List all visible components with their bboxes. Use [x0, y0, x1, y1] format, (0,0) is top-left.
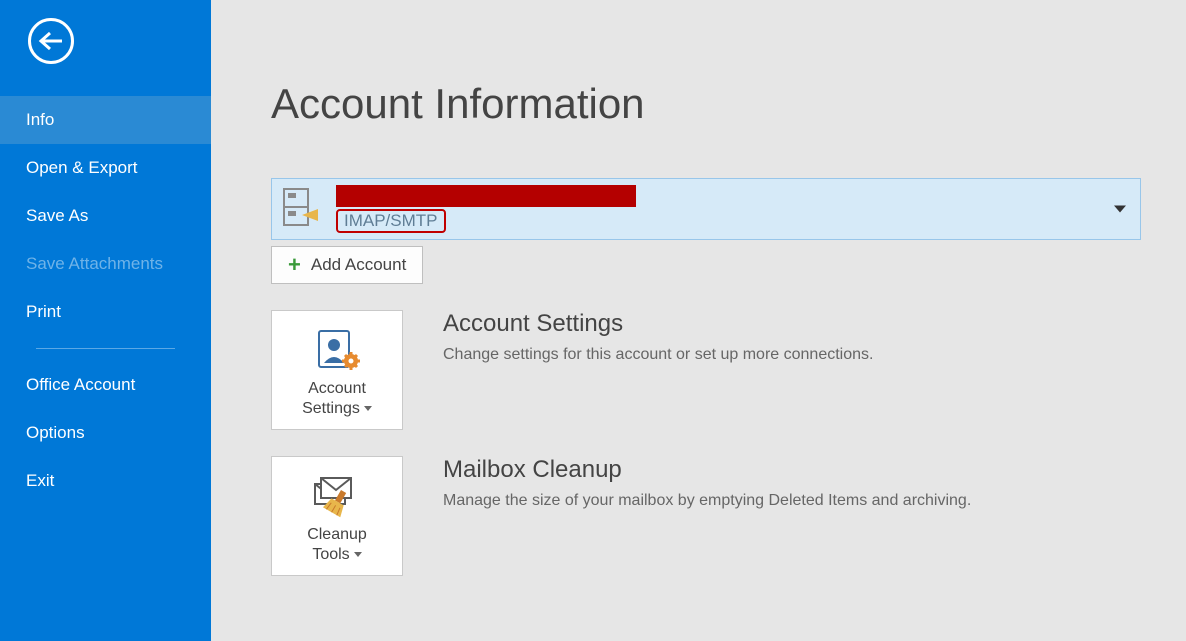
plus-icon: +	[288, 256, 301, 274]
account-protocol-badge: IMAP/SMTP	[336, 209, 446, 233]
sidebar-item-info[interactable]: Info	[0, 96, 211, 144]
account-settings-heading: Account Settings	[443, 310, 1146, 338]
chevron-down-icon	[1114, 206, 1126, 213]
chevron-down-icon	[364, 406, 372, 411]
sidebar-item-options[interactable]: Options	[0, 409, 211, 457]
mailbox-cleanup-desc: Manage the size of your mailbox by empty…	[443, 492, 1146, 510]
page-title: Account Information	[271, 80, 1146, 128]
cleanup-tools-tile-label: Cleanup Tools	[307, 525, 367, 565]
section-account-settings: Account Settings Account Settings Change…	[271, 310, 1146, 430]
backstage-sidebar: Info Open & Export Save As Save Attachme…	[0, 0, 211, 641]
chevron-down-icon	[354, 552, 362, 557]
sidebar-item-open-export[interactable]: Open & Export	[0, 144, 211, 192]
sidebar-item-print[interactable]: Print	[0, 288, 211, 336]
back-button[interactable]	[28, 18, 74, 64]
account-email-redacted	[336, 185, 636, 207]
sidebar-item-save-as[interactable]: Save As	[0, 192, 211, 240]
account-settings-tile[interactable]: Account Settings	[271, 310, 403, 430]
account-settings-tile-label: Account Settings	[302, 379, 372, 419]
account-info-block: IMAP/SMTP	[336, 185, 636, 233]
section-mailbox-cleanup: Cleanup Tools Mailbox Cleanup Manage the…	[271, 456, 1146, 576]
sidebar-separator	[36, 348, 175, 349]
cleanup-tools-icon	[311, 471, 363, 519]
sidebar-item-save-attachments: Save Attachments	[0, 240, 211, 288]
account-settings-icon	[313, 325, 361, 373]
mailbox-icon	[282, 187, 318, 232]
add-account-label: Add Account	[311, 255, 406, 275]
sidebar-item-office-account[interactable]: Office Account	[0, 361, 211, 409]
add-account-button[interactable]: + Add Account	[271, 246, 423, 284]
cleanup-tools-tile[interactable]: Cleanup Tools	[271, 456, 403, 576]
main-pane: Account Information IMAP/SMTP + Add Acco…	[211, 0, 1186, 641]
back-arrow-icon	[38, 31, 64, 51]
account-settings-desc: Change settings for this account or set …	[443, 346, 1146, 364]
account-selector-dropdown[interactable]: IMAP/SMTP	[271, 178, 1141, 240]
mailbox-cleanup-heading: Mailbox Cleanup	[443, 456, 1146, 484]
sidebar-item-exit[interactable]: Exit	[0, 457, 211, 505]
